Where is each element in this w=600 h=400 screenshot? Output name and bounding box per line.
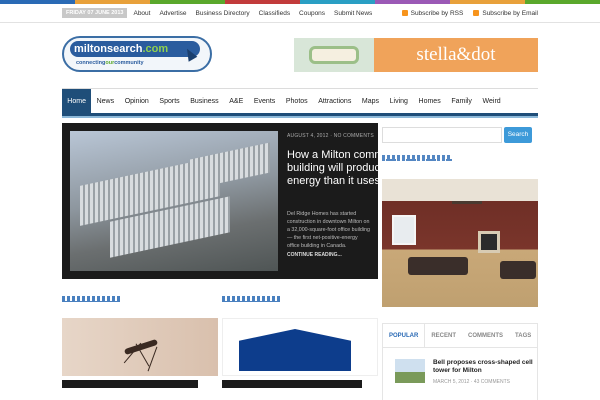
stripe-segment <box>225 0 300 4</box>
list-item-thumbnail <box>395 359 425 383</box>
nav-item-a-e[interactable]: A&E <box>224 89 249 114</box>
subscribe-links: Subscribe by RSS Subscribe by Email <box>401 9 538 17</box>
site-logo[interactable]: miltonsearch.com connectingourcommunity <box>62 36 212 72</box>
sidebar-photo[interactable] <box>382 179 538 307</box>
nav-item-events[interactable]: Events <box>249 89 281 114</box>
logo-tagline: connectingourcommunity <box>76 60 144 66</box>
top-nav: About Advertise Business Directory Class… <box>133 10 379 17</box>
top-bar: FRIDAY 07 JUNE 2013 About Advertise Busi… <box>62 5 538 21</box>
top-link-advertise[interactable]: Advertise <box>159 10 186 17</box>
logo-wordmark: miltonsearch.com <box>70 41 200 57</box>
tab-tags[interactable]: TAGS <box>509 324 537 347</box>
nav-item-opinion[interactable]: Opinion <box>119 89 154 114</box>
stripe-segment <box>450 0 525 4</box>
top-divider <box>0 22 600 23</box>
section-heading-right <box>222 296 280 302</box>
subscribe-rss-link[interactable]: Subscribe by RSS <box>401 9 464 17</box>
nav-item-business[interactable]: Business <box>185 89 224 114</box>
ceiling-fan-icon <box>452 201 482 204</box>
lowes-logo <box>239 329 351 371</box>
logo-name: miltonsearch <box>74 43 143 55</box>
stripe-segment <box>525 0 600 4</box>
subscribe-email-link[interactable]: Subscribe by Email <box>473 10 538 17</box>
top-link-business-directory[interactable]: Business Directory <box>196 10 250 17</box>
nav-item-family[interactable]: Family <box>446 89 477 114</box>
story-image-lowes[interactable] <box>222 318 378 376</box>
rss-icon <box>401 9 408 16</box>
featured-article-image[interactable] <box>70 131 278 271</box>
stripe-segment <box>375 0 450 4</box>
list-item-title[interactable]: Bell proposes cross-shaped cell tower fo… <box>433 359 533 375</box>
stripe-segment <box>0 0 75 4</box>
ad-brand: stella&dot <box>416 44 496 65</box>
stripe-segment <box>75 0 150 4</box>
date-badge: FRIDAY 07 JUNE 2013 <box>62 8 128 18</box>
featured-article: AUGUST 4, 2012 · NO COMMENTS How a Milto… <box>62 123 414 279</box>
search-button[interactable]: Search <box>504 127 532 143</box>
subscribe-rss-label: Subscribe by RSS <box>410 9 464 17</box>
story-caption-left[interactable] <box>62 380 198 388</box>
search-input[interactable] <box>382 127 502 143</box>
nav-item-sports[interactable]: Sports <box>154 89 185 114</box>
ad-bracelet-image <box>294 38 374 72</box>
section-heading-left <box>62 296 120 302</box>
header-ad-banner[interactable]: stella&dot <box>294 38 538 72</box>
story-caption-right[interactable] <box>222 380 362 388</box>
logo-tagline-c: community <box>114 60 144 66</box>
sidebar-tabs: POPULAR RECENT COMMENTS TAGS Bell propos… <box>382 323 538 400</box>
top-link-about[interactable]: About <box>133 10 150 17</box>
continue-reading-link[interactable]: CONTINUE READING... <box>287 252 342 258</box>
nav-item-attractions[interactable]: Attractions <box>313 89 357 114</box>
tab-comments[interactable]: COMMENTS <box>462 324 509 347</box>
color-stripe <box>0 0 600 4</box>
featured-article-excerpt: Del Ridge Homes has started construction… <box>287 211 370 249</box>
tab-popular[interactable]: POPULAR <box>383 324 426 347</box>
logo-tagline-b: our <box>105 60 115 66</box>
tab-recent[interactable]: RECENT <box>425 324 462 347</box>
subscribe-email-label: Subscribe by Email <box>482 9 538 17</box>
nav-item-weird[interactable]: Weird <box>477 89 506 114</box>
top-link-coupons[interactable]: Coupons <box>299 10 325 17</box>
nav-underline-light <box>62 116 538 118</box>
stripe-segment <box>300 0 375 4</box>
nav-item-living[interactable]: Living <box>384 89 413 114</box>
top-link-submit-news[interactable]: Submit News <box>334 10 372 17</box>
sidebar-section-heading <box>382 155 452 161</box>
featured-article-meta: AUGUST 4, 2012 · NO COMMENTS <box>287 133 374 139</box>
tab-row: POPULAR RECENT COMMENTS TAGS <box>383 324 537 348</box>
nav-item-home[interactable]: Home <box>62 89 92 114</box>
nav-item-homes[interactable]: Homes <box>413 89 446 114</box>
rss-email-icon <box>473 9 480 16</box>
list-item-meta: MARCH 5, 2012 · 43 COMMENTS <box>433 379 510 385</box>
nav-item-maps[interactable]: Maps <box>357 89 385 114</box>
stripe-segment <box>150 0 225 4</box>
logo-tagline-a: connecting <box>76 60 106 66</box>
top-link-classifieds[interactable]: Classifieds <box>259 10 290 17</box>
story-image-mosquito[interactable] <box>62 318 218 376</box>
main-nav: Home News Opinion Sports Business A&E Events Ph… <box>62 88 538 114</box>
nav-item-photos[interactable]: Photos <box>281 89 313 114</box>
nav-item-news[interactable]: News <box>91 89 119 114</box>
logo-tld: .com <box>142 43 169 55</box>
